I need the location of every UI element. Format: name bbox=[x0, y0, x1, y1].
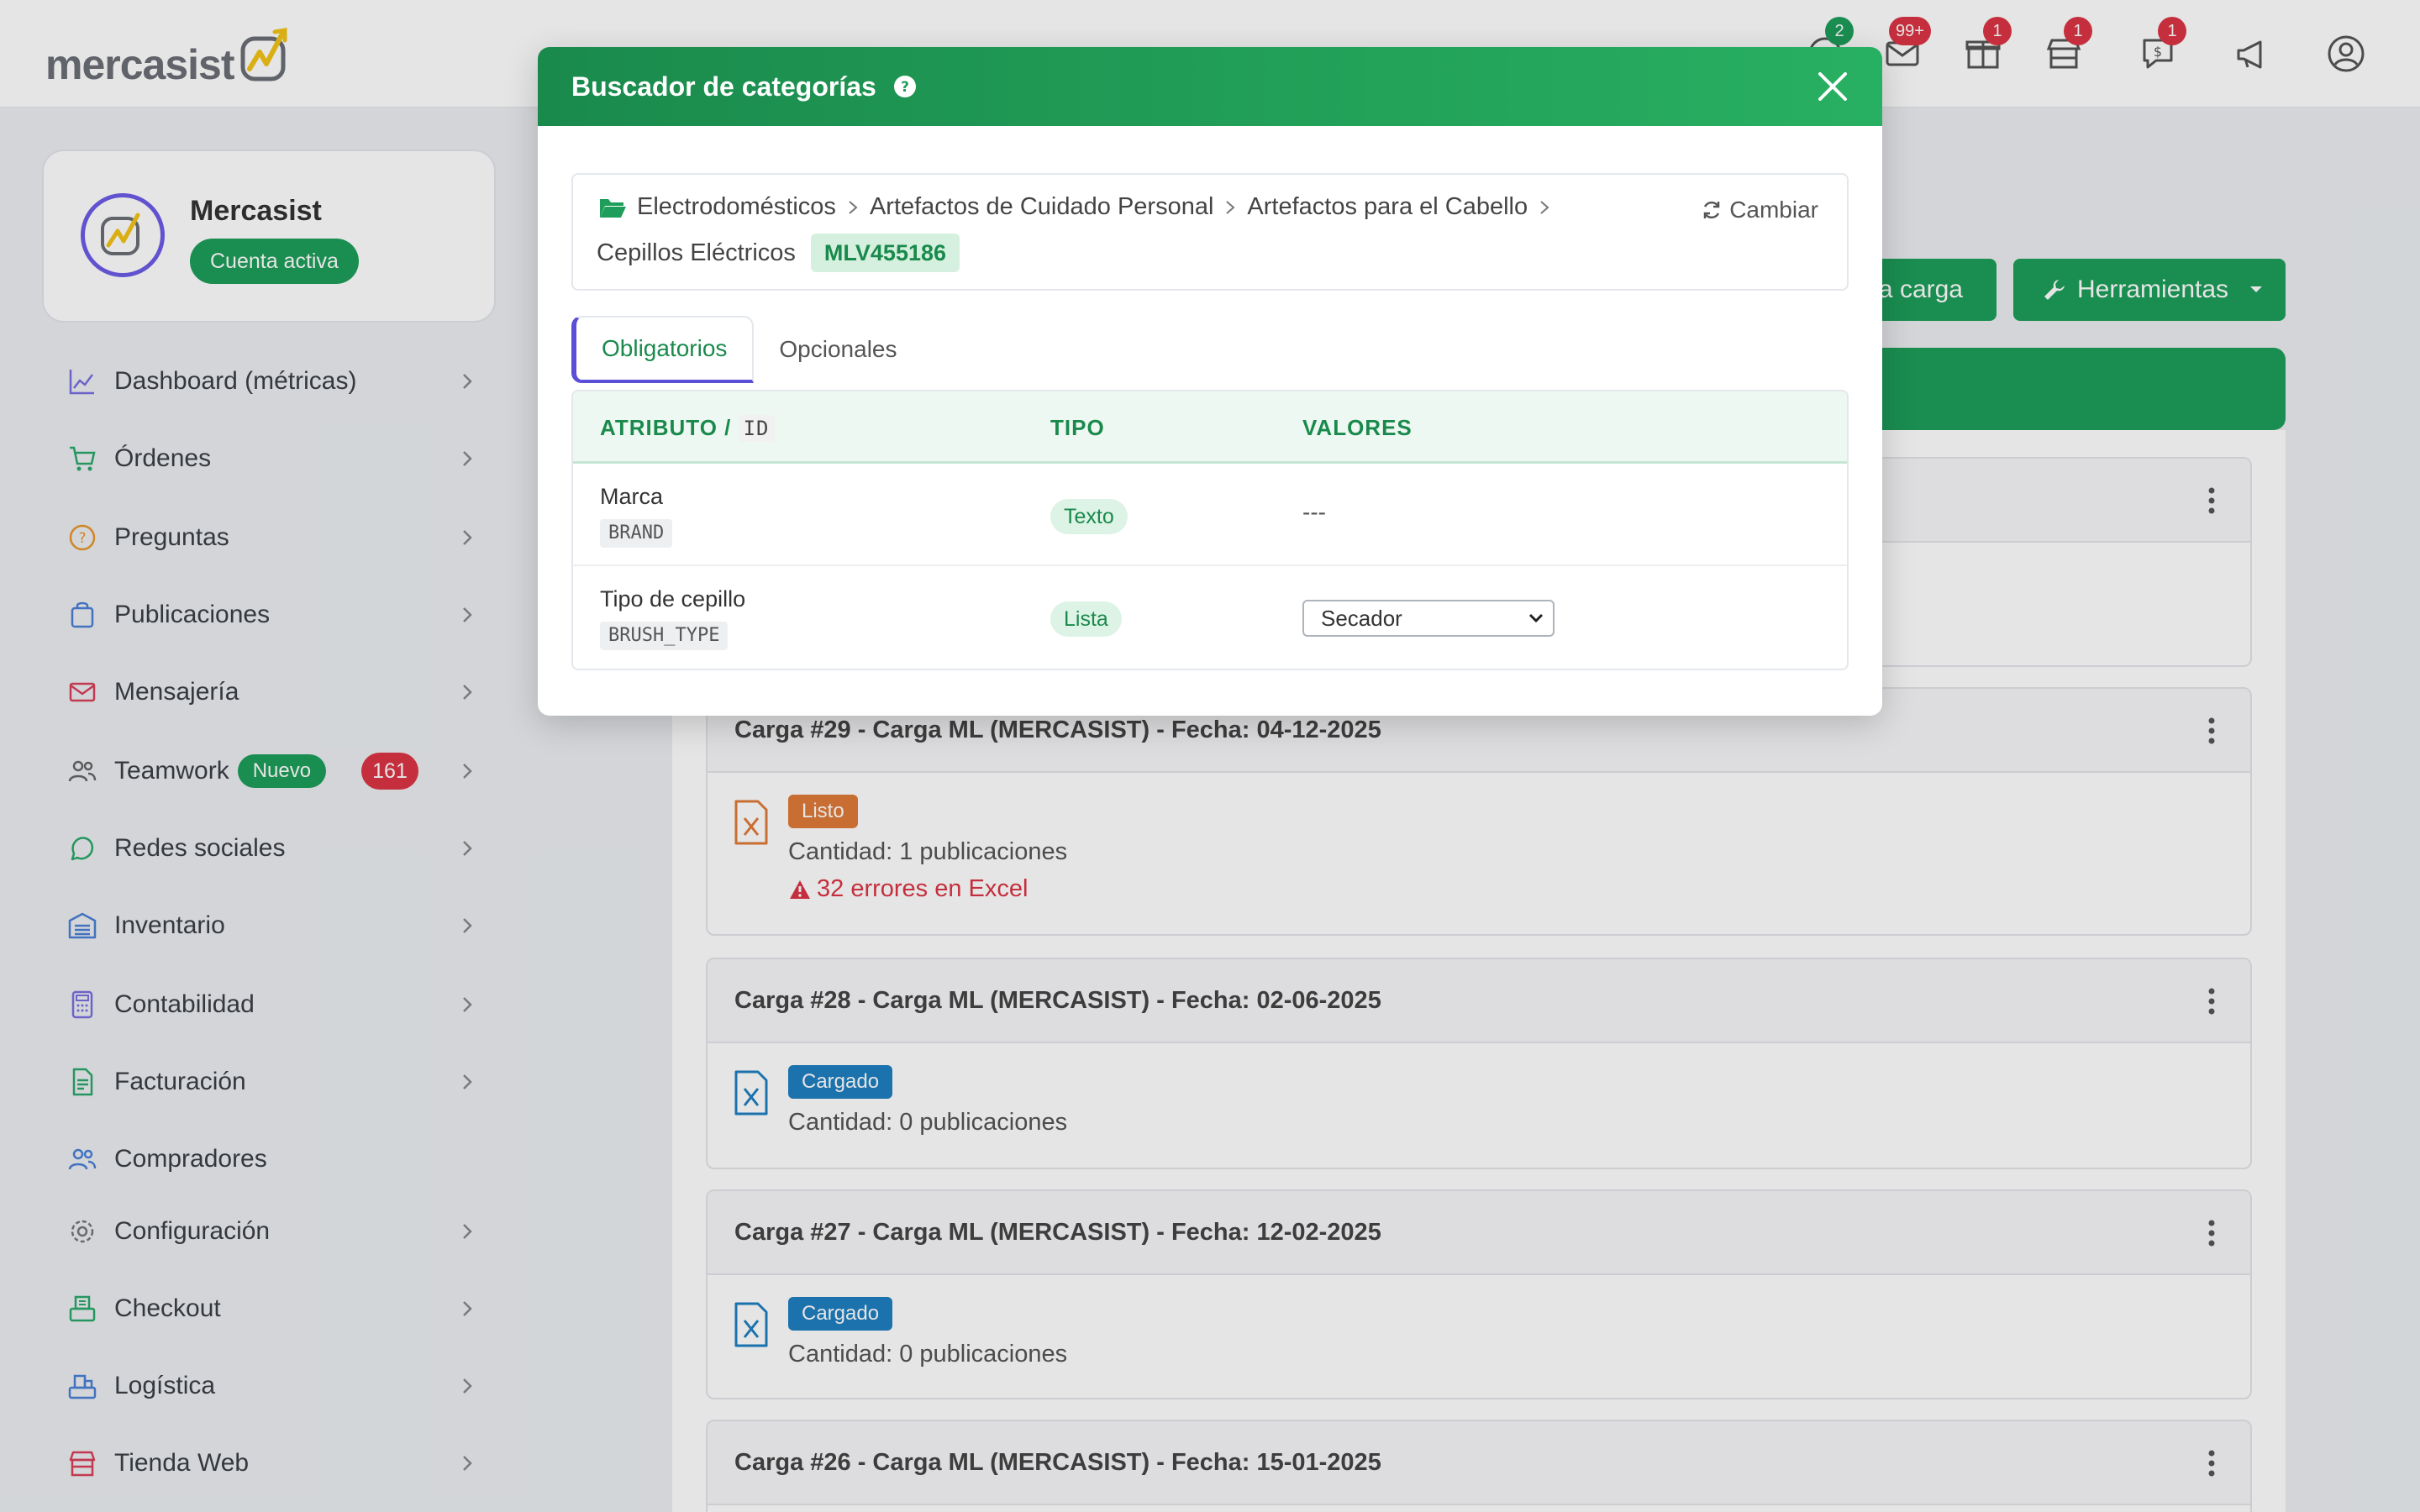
column-header-label: ATRIBUTO / bbox=[600, 415, 732, 440]
column-header-id: ID bbox=[738, 415, 775, 442]
table-header: ATRIBUTO / ID TIPO VALORES bbox=[573, 391, 1847, 464]
breadcrumb-item[interactable]: Artefactos de Cuidado Personal bbox=[870, 193, 1213, 221]
breadcrumb-line: Cepillos Eléctricos MLV455186 bbox=[597, 234, 960, 272]
chevron-right-icon bbox=[1226, 200, 1235, 214]
attribute-type-badge: Lista bbox=[1050, 601, 1122, 637]
folder-open-icon bbox=[600, 198, 626, 218]
attribute-tabs: Obligatorios Opcionales bbox=[571, 316, 923, 383]
category-breadcrumb: Electrodomésticos Artefactos de Cuidado … bbox=[571, 173, 1849, 291]
column-header-attribute: ATRIBUTO / ID bbox=[600, 391, 775, 464]
modal-header: Buscador de categorías ? bbox=[538, 47, 1882, 126]
breadcrumb-line: Electrodomésticos Artefactos de Cuidado … bbox=[598, 193, 1561, 221]
breadcrumb-item[interactable]: Artefactos para el Cabello bbox=[1247, 193, 1528, 221]
attribute-name: Marca bbox=[600, 484, 664, 509]
attribute-name: Tipo de cepillo bbox=[600, 586, 746, 612]
attribute-type-badge: Texto bbox=[1050, 499, 1128, 534]
chevron-down-icon bbox=[1528, 613, 1544, 623]
attribute-id: BRUSH_TYPE bbox=[600, 622, 729, 650]
svg-text:?: ? bbox=[901, 79, 909, 96]
chevron-right-icon bbox=[849, 200, 858, 214]
tab-obligatorios[interactable]: Obligatorios bbox=[571, 316, 755, 383]
breadcrumb-item-current: Cepillos Eléctricos bbox=[597, 239, 796, 266]
brush-type-select[interactable]: Secador bbox=[1302, 600, 1555, 637]
column-header-values: VALORES bbox=[1302, 415, 1413, 440]
category-finder-modal: Buscador de categorías ? Electrodoméstic… bbox=[538, 47, 1882, 716]
table-row: Tipo de cepillo BRUSH_TYPE Lista Secador bbox=[573, 566, 1847, 669]
change-label: Cambiar bbox=[1729, 197, 1818, 223]
tab-opcionales[interactable]: Opcionales bbox=[754, 316, 922, 383]
change-category-button[interactable]: Cambiar bbox=[1701, 197, 1818, 223]
column-header-type: TIPO bbox=[1050, 415, 1105, 440]
category-id-badge: MLV455186 bbox=[810, 234, 960, 272]
attribute-value: --- bbox=[1302, 499, 1326, 525]
help-icon[interactable]: ? bbox=[893, 75, 917, 98]
modal-title: Buscador de categorías bbox=[571, 71, 876, 102]
refresh-icon bbox=[1703, 201, 1720, 219]
chevron-right-icon bbox=[1540, 200, 1549, 214]
select-value: Secador bbox=[1321, 606, 1402, 631]
table-row: Marca BRAND Texto --- bbox=[573, 464, 1847, 566]
attributes-table: ATRIBUTO / ID TIPO VALORES Marca BRAND T… bbox=[571, 390, 1849, 670]
close-icon[interactable] bbox=[1817, 71, 1849, 102]
breadcrumb-item[interactable]: Electrodomésticos bbox=[637, 193, 836, 221]
attribute-id: BRAND bbox=[600, 519, 673, 548]
